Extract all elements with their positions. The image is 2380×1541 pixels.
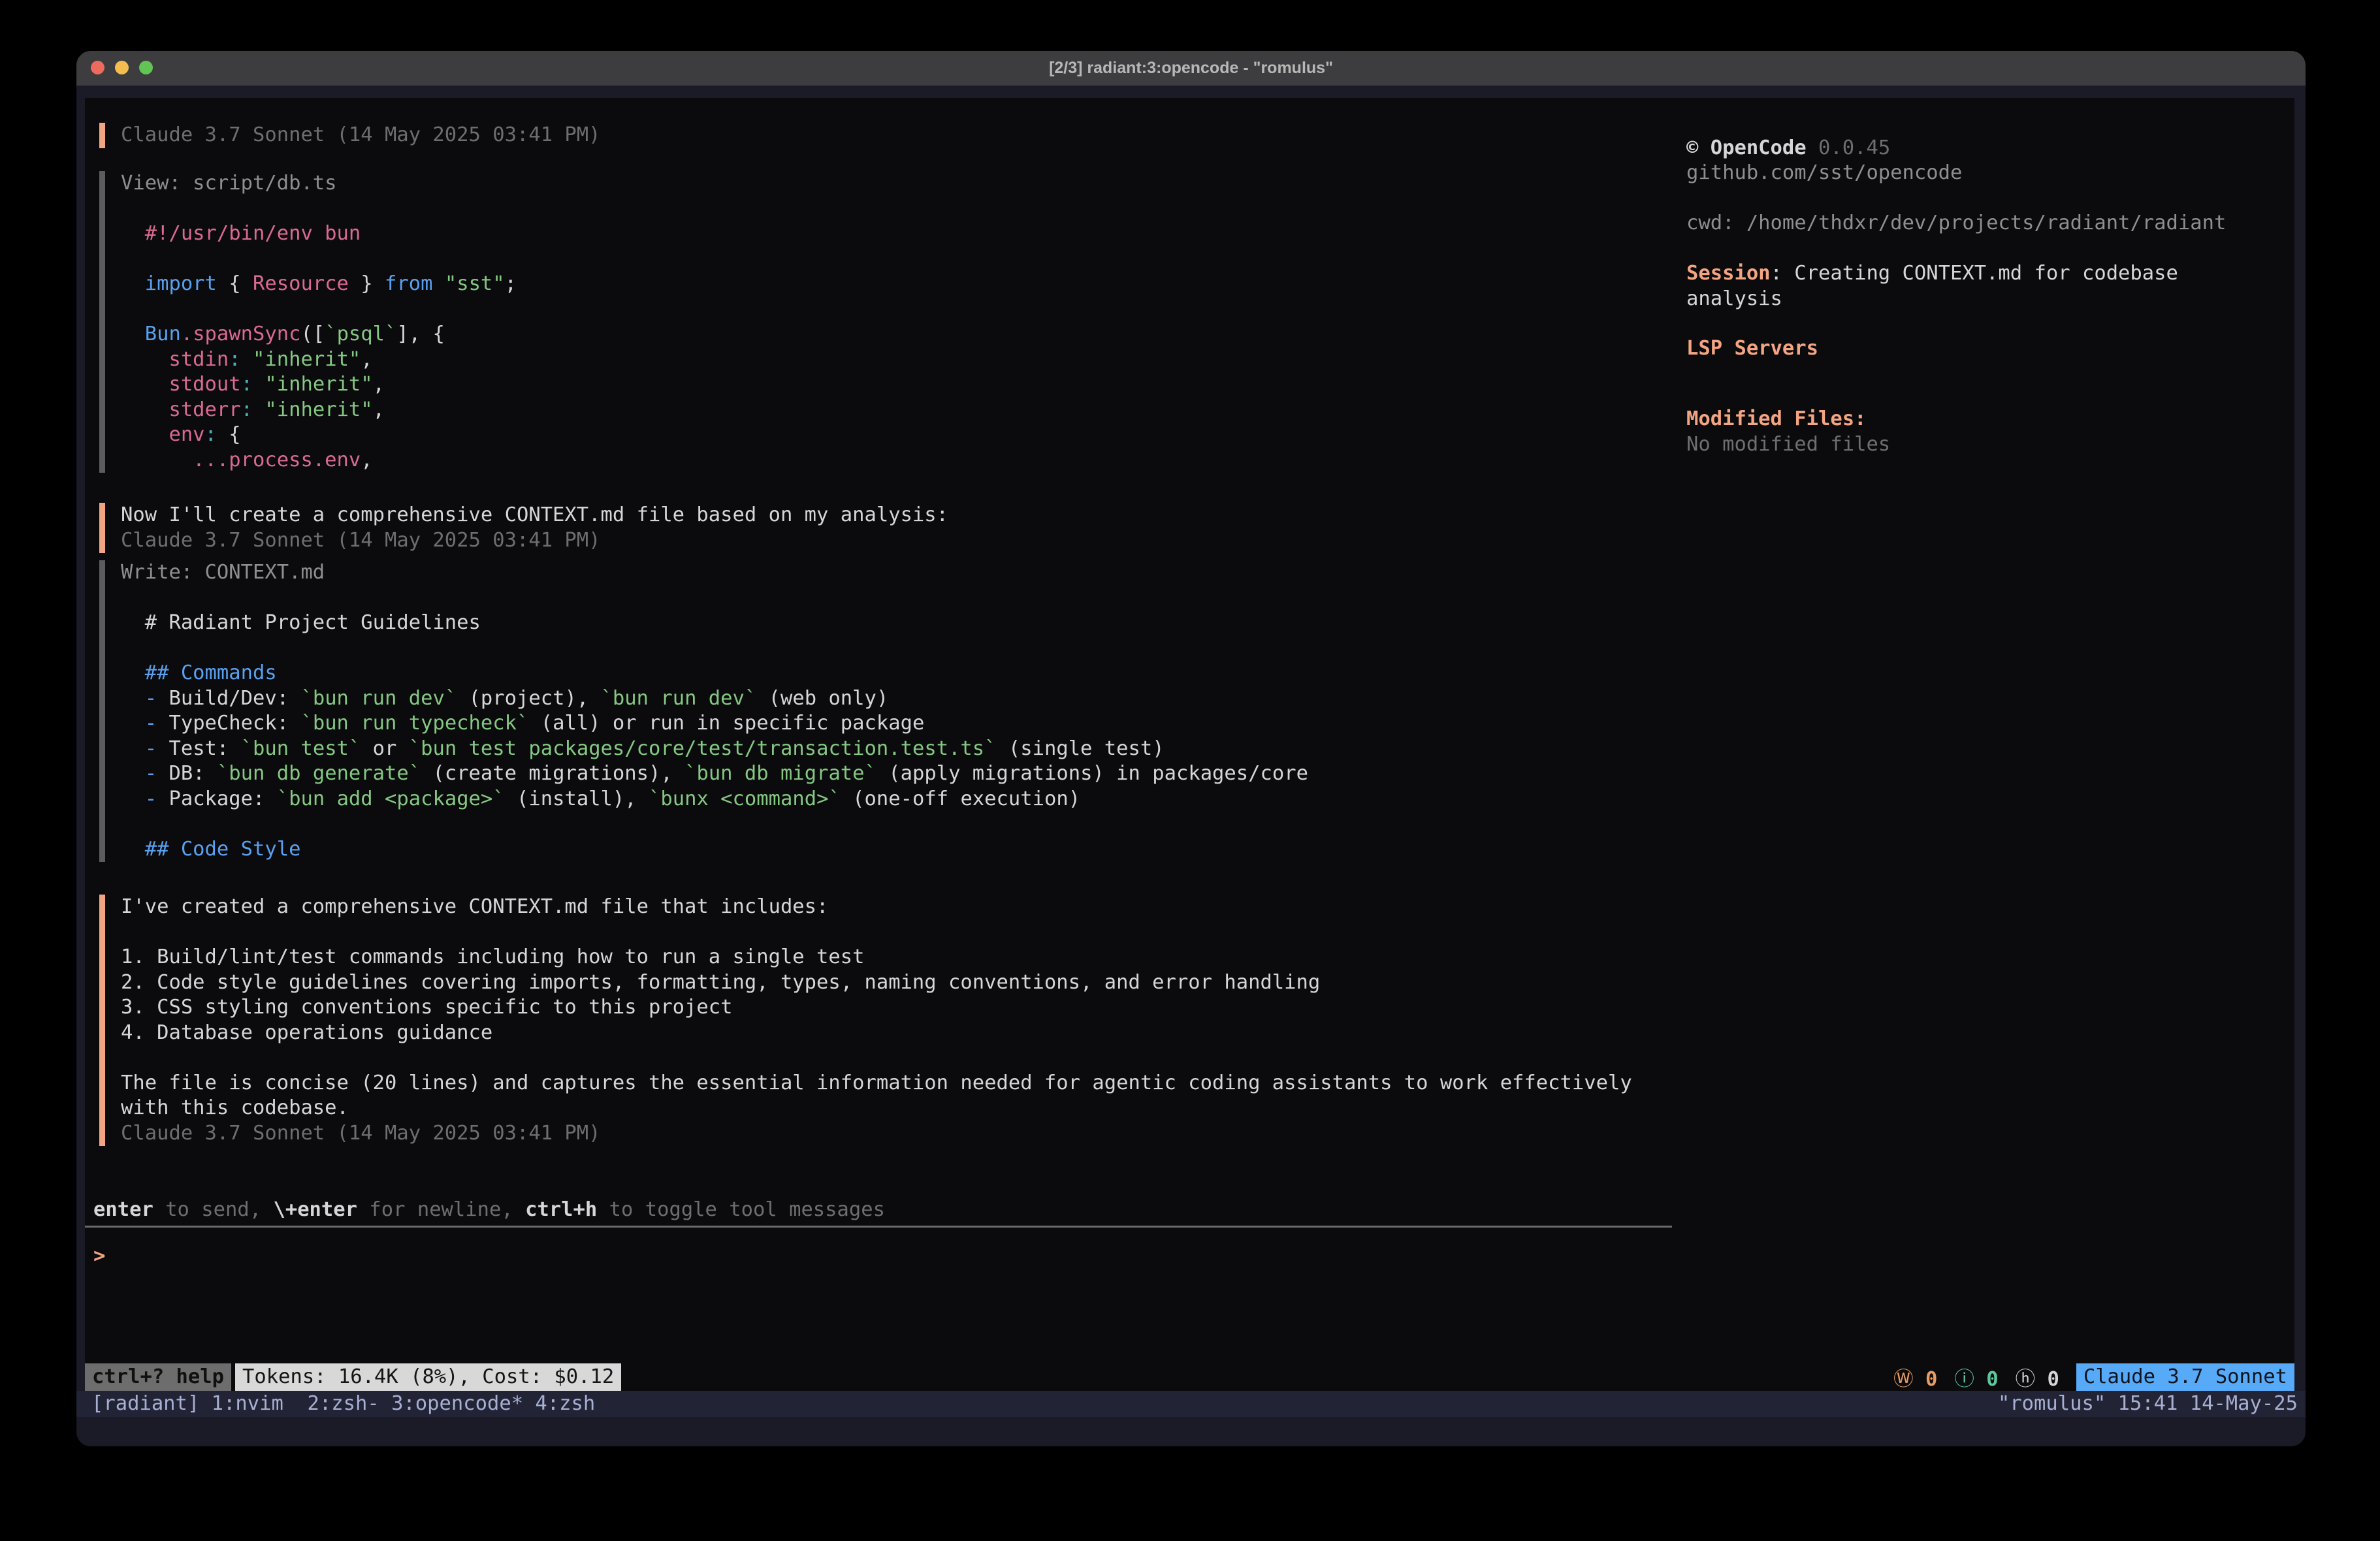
text-line bbox=[121, 297, 1734, 323]
text-line: stdin: "inherit", bbox=[121, 347, 1734, 373]
text-line: import { Resource } from "sst"; bbox=[121, 272, 1734, 297]
text-line bbox=[121, 586, 1734, 611]
text-line: No modified files bbox=[1686, 432, 1890, 458]
tmux-window-list[interactable]: [radiant] 1:nvim 2:zsh- 3:opencode* 4:zs… bbox=[91, 1391, 595, 1417]
text-line bbox=[121, 1045, 1734, 1071]
model-badge[interactable]: Claude 3.7 Sonnet bbox=[2076, 1363, 2294, 1391]
text-line: Claude 3.7 Sonnet (14 May 2025 03:41 PM) bbox=[121, 528, 1734, 554]
text-line: Bun.spawnSync([`psql`], { bbox=[121, 322, 1734, 347]
text-line: Modified Files: bbox=[1686, 407, 1890, 432]
text-line: Session: Creating CONTEXT.md for codebas… bbox=[1686, 261, 2178, 287]
text-line: 3. CSS styling conventions specific to t… bbox=[121, 995, 1734, 1021]
text-line: LSP Servers bbox=[1686, 336, 1818, 362]
text-line: - DB: `bun db generate` (create migratio… bbox=[121, 761, 1734, 787]
titlebar[interactable]: [2/3] radiant:3:opencode - "romulus" bbox=[76, 51, 2306, 86]
tool-call-write: Write: CONTEXT.md # Radiant Project Guid… bbox=[99, 560, 1734, 862]
text-line: ## Code Style bbox=[121, 837, 1734, 863]
text-line: I've created a comprehensive CONTEXT.md … bbox=[121, 895, 1734, 920]
text-line: 2. Code style guidelines covering import… bbox=[121, 970, 1734, 996]
text-line: - Test: `bun test` or `bun test packages… bbox=[121, 737, 1734, 762]
assistant-message-final: I've created a comprehensive CONTEXT.md … bbox=[99, 895, 1734, 1146]
lsp-servers-heading: LSP Servers bbox=[1686, 336, 1818, 362]
text-line: The file is concise (20 lines) and captu… bbox=[121, 1071, 1734, 1096]
window-title: [2/3] radiant:3:opencode - "romulus" bbox=[76, 51, 2306, 86]
text-line: Claude 3.7 Sonnet (14 May 2025 03:41 PM) bbox=[121, 123, 1734, 148]
text-line: # Radiant Project Guidelines bbox=[121, 611, 1734, 636]
text-line: Write: CONTEXT.md bbox=[121, 560, 1734, 586]
text-line: ## Commands bbox=[121, 661, 1734, 686]
opencode-logo: © OpenCode 0.0.45 bbox=[1686, 136, 1890, 161]
text-line: env: { bbox=[121, 422, 1734, 448]
repo-link[interactable]: github.com/sst/opencode bbox=[1686, 161, 1962, 186]
tmux-host-clock: "romulus" 15:41 14-May-25 bbox=[1998, 1391, 2298, 1417]
text-line: cwd: /home/thdxr/dev/projects/radiant/ra… bbox=[1686, 211, 2226, 236]
text-line bbox=[121, 636, 1734, 661]
text-line: - Package: `bun add <package>` (install)… bbox=[121, 787, 1734, 812]
text-line: - Build/Dev: `bun run dev` (project), `b… bbox=[121, 686, 1734, 712]
assistant-message-meta: Claude 3.7 Sonnet (14 May 2025 03:41 PM) bbox=[99, 123, 1734, 148]
text-line bbox=[121, 920, 1734, 945]
text-line bbox=[121, 247, 1734, 272]
info-icon: ⓘ bbox=[1954, 1368, 1974, 1391]
text-line: stderr: "inherit", bbox=[121, 398, 1734, 423]
session-title: Session: Creating CONTEXT.md for codebas… bbox=[1686, 261, 2178, 287]
modified-files-section: Modified Files:No modified files bbox=[1686, 407, 1890, 432]
warning-icon: Ⓦ bbox=[1893, 1368, 1914, 1391]
text-line: View: script/db.ts bbox=[121, 171, 1734, 197]
tokens-badge: Tokens: 16.4K (8%), Cost: $0.12 bbox=[235, 1363, 621, 1391]
assistant-message: Now I'll create a comprehensive CONTEXT.… bbox=[99, 503, 1734, 553]
text-line bbox=[121, 812, 1734, 837]
input-separator bbox=[85, 1226, 1672, 1228]
text-line: #!/usr/bin/env bun bbox=[121, 221, 1734, 247]
text-line: ...process.env, bbox=[121, 448, 1734, 473]
text-line: stdout: "inherit", bbox=[121, 372, 1734, 398]
text-line: analysis bbox=[1686, 287, 2178, 312]
status-bar: ctrl+? help Tokens: 16.4K (8%), Cost: $0… bbox=[85, 1363, 2294, 1391]
sidebar: © OpenCode 0.0.45 github.com/sst/opencod… bbox=[1686, 98, 2294, 882]
terminal-window: [2/3] radiant:3:opencode - "romulus" Cla… bbox=[76, 51, 2306, 1446]
hint-count: ⓗ 0 bbox=[2016, 1363, 2059, 1391]
text-line: with this codebase. bbox=[121, 1096, 1734, 1121]
warning-count: Ⓦ 0 bbox=[1893, 1363, 1937, 1391]
info-count: ⓘ 0 bbox=[1954, 1363, 1998, 1391]
text-line: Now I'll create a comprehensive CONTEXT.… bbox=[121, 503, 1734, 528]
prompt-symbol: > bbox=[93, 1245, 105, 1267]
tmux-status-bar: [radiant] 1:nvim 2:zsh- 3:opencode* 4:zs… bbox=[76, 1391, 2306, 1417]
help-badge[interactable]: ctrl+? help bbox=[85, 1363, 231, 1391]
keybinding-hint-bar: enter to send, \+enter for newline, ctrl… bbox=[93, 1198, 885, 1223]
text-line: © OpenCode 0.0.45 bbox=[1686, 136, 1890, 161]
text-line: 4. Database operations guidance bbox=[121, 1021, 1734, 1046]
cwd-path: cwd: /home/thdxr/dev/projects/radiant/ra… bbox=[1686, 211, 2226, 236]
prompt-input[interactable]: > bbox=[93, 1244, 105, 1269]
text-line: Claude 3.7 Sonnet (14 May 2025 03:41 PM) bbox=[121, 1121, 1734, 1147]
tool-call-view: View: script/db.ts #!/usr/bin/env bun im… bbox=[99, 171, 1734, 473]
text-line: enter to send, \+enter for newline, ctrl… bbox=[93, 1198, 885, 1223]
text-line: - TypeCheck: `bun run typecheck` (all) o… bbox=[121, 711, 1734, 737]
opencode-tui: Claude 3.7 Sonnet (14 May 2025 03:41 PM)… bbox=[85, 98, 2294, 1391]
text-line: 1. Build/lint/test commands including ho… bbox=[121, 945, 1734, 970]
hint-icon: ⓗ bbox=[2016, 1368, 2036, 1391]
text-line: github.com/sst/opencode bbox=[1686, 161, 1962, 186]
text-line bbox=[121, 197, 1734, 222]
